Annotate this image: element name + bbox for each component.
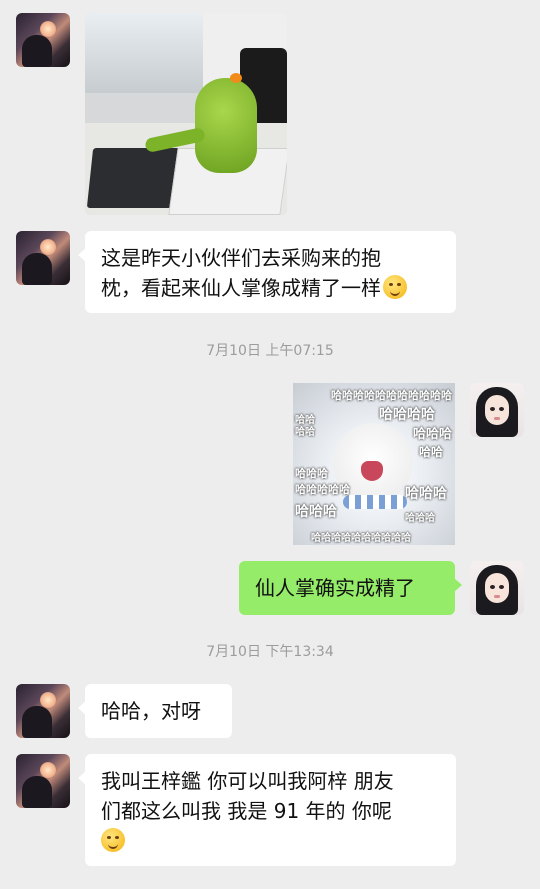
- laughing-cat-meme[interactable]: 哈哈哈哈哈哈哈哈哈哈哈 哈哈哈哈 哈哈 哈哈哈 哈哈 哈哈 哈哈哈 哈哈哈哈哈 …: [293, 383, 455, 545]
- avatar-sun-decoration: [40, 21, 56, 37]
- meme-caption: 哈哈哈: [405, 486, 447, 502]
- message-text-line: 这是昨天小伙伴们去采购来的抱: [101, 246, 381, 270]
- meme-caption: 哈哈哈: [413, 427, 453, 442]
- smiling-face-icon: [101, 828, 125, 852]
- meme-caption: 哈哈哈哈: [379, 407, 435, 423]
- meme-caption: 哈哈哈哈哈哈哈哈哈哈: [311, 533, 411, 544]
- timestamp: 7月10日 下午13:34: [206, 644, 334, 660]
- message-bubble-incoming[interactable]: 我叫王梓鑑 你可以叫我阿梓 朋友 们都这么叫我 我是 91 年的 你呢: [78, 754, 456, 866]
- message-text-line: 们都这么叫我 我是 91 年的 你呢: [101, 799, 392, 823]
- meme-caption: 哈哈哈哈哈哈哈哈哈哈哈: [331, 389, 452, 402]
- contact-avatar[interactable]: [16, 684, 70, 738]
- meme-caption: 哈哈哈: [295, 467, 328, 480]
- office-plush-photo[interactable]: [85, 13, 287, 215]
- thinking-face-icon: [383, 275, 407, 299]
- my-avatar[interactable]: [470, 383, 524, 437]
- my-avatar[interactable]: [470, 561, 524, 615]
- meme-caption: 哈哈: [295, 427, 315, 438]
- contact-avatar[interactable]: [16, 231, 70, 285]
- contact-avatar[interactable]: [16, 754, 70, 808]
- meme-caption: 哈哈: [419, 445, 444, 459]
- message-bubble-incoming[interactable]: 哈哈，对呀: [78, 684, 232, 738]
- meme-caption: 哈哈哈哈哈: [295, 483, 350, 496]
- contact-avatar[interactable]: [16, 13, 70, 67]
- cactus-plush: [195, 78, 257, 173]
- avatar-figure: [22, 35, 52, 67]
- meme-caption: 哈哈哈: [295, 504, 337, 520]
- timestamp: 7月10日 上午07:15: [206, 343, 334, 359]
- message-bubble-outgoing[interactable]: 仙人掌确实成精了: [239, 561, 462, 615]
- message-text-line: 枕，看起来仙人掌像成精了一样: [101, 273, 440, 303]
- message-text-line: 我叫王梓鑑 你可以叫我阿梓 朋友: [101, 769, 394, 793]
- meme-caption: 哈哈哈: [405, 513, 435, 524]
- message-bubble-incoming[interactable]: 这是昨天小伙伴们去采购来的抱 枕，看起来仙人掌像成精了一样: [78, 231, 456, 313]
